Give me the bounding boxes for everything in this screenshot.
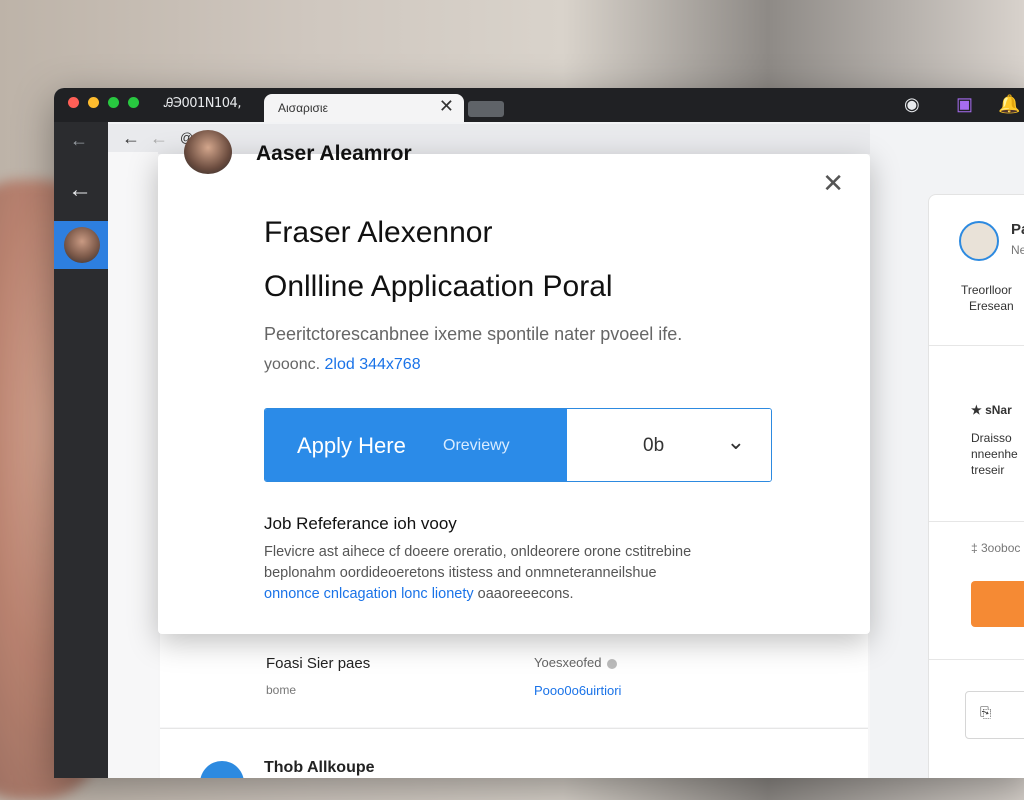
apply-control: Apply Here Oreviewy 0b ⌄ bbox=[264, 408, 772, 482]
right-panel-name: Pa bbox=[1011, 221, 1024, 238]
para-link1[interactable]: onnonce cnlcagation bbox=[264, 586, 397, 602]
modal-close-icon[interactable]: ✕ bbox=[822, 168, 844, 199]
nav-back-icon[interactable]: ← bbox=[122, 128, 140, 149]
card-meta: Yoesxeofed bbox=[534, 655, 618, 670]
para-line1: Flevicre ast aihece cf doeere oreratio, … bbox=[264, 544, 692, 560]
tab-close-icon[interactable]: ✕ bbox=[439, 96, 454, 117]
right-panel-line1: Treorlloor bbox=[961, 283, 1012, 297]
bottom-card-title: Thob Allkoupe bbox=[264, 759, 375, 776]
minimize-window-icon[interactable] bbox=[88, 97, 99, 108]
bell-icon[interactable]: 🔔 bbox=[998, 94, 1020, 115]
right-panel-text1: Draisso bbox=[971, 431, 1012, 445]
copy-icon: ⎘ bbox=[980, 704, 992, 720]
left-sidebar: ← ← bbox=[54, 122, 158, 778]
back-arrow-icon[interactable]: ← bbox=[70, 130, 88, 151]
bottom-card: Thob Allkoupe bbox=[160, 728, 868, 778]
right-panel-orange-button[interactable] bbox=[971, 581, 1024, 627]
right-panel-divider2 bbox=[929, 521, 1024, 522]
right-panel-divider bbox=[929, 345, 1024, 346]
right-panel-text3: treseir bbox=[971, 463, 1005, 477]
right-panel-box-button[interactable]: ⎘ bbox=[965, 691, 1024, 739]
extra-window-icon bbox=[128, 97, 139, 108]
modal-description-line2: yooonc. 2lod 344x768 bbox=[264, 356, 421, 374]
modal-title: Fraser Alexennor bbox=[264, 216, 493, 249]
new-tab-button[interactable] bbox=[468, 101, 504, 117]
background-card: Foasi Sier paes bome Yoesxeofed Pooo0o6u… bbox=[160, 618, 868, 727]
right-panel-section: ★ sNar bbox=[971, 403, 1012, 417]
info-icon bbox=[607, 658, 618, 669]
right-panel-text2: nneenhe bbox=[971, 447, 1018, 461]
bottom-avatar bbox=[200, 761, 244, 778]
modal-subtitle: Onllline Applicaation Poral bbox=[264, 270, 613, 303]
right-panel-footer: ‡ 3ooboc bbox=[971, 541, 1021, 555]
tab-inactive[interactable]: ᎯЭ001Ν104, bbox=[164, 96, 241, 111]
desc-link[interactable]: 2lod 344x768 bbox=[325, 356, 421, 373]
apply-button-label: Apply Here bbox=[297, 433, 406, 458]
avatar bbox=[64, 227, 100, 263]
apply-button-sublabel: Oreviewy bbox=[443, 437, 510, 454]
job-reference-heading: Job Refeferance ioh vooy bbox=[264, 514, 457, 533]
job-reference-text: Flevicre ast aihece cf doeere oreratio, … bbox=[264, 542, 784, 605]
tab-active[interactable]: Aισαρισιε ✕ bbox=[264, 94, 464, 122]
card-link[interactable]: Pooo0o6uirtiori bbox=[534, 683, 621, 698]
content-left-gutter bbox=[108, 152, 158, 778]
card-label: Foasi Sier paes bbox=[266, 655, 371, 672]
dropdown-value: 0b bbox=[643, 435, 665, 456]
close-window-icon[interactable] bbox=[68, 97, 79, 108]
apply-here-button[interactable]: Apply Here Oreviewy bbox=[265, 409, 567, 481]
maximize-window-icon[interactable] bbox=[108, 97, 119, 108]
para-line3-rest: oaaoreeecons. bbox=[477, 586, 574, 602]
card-meta-text: Yoesxeofed bbox=[534, 655, 602, 670]
right-panel-subname: Ne bbox=[1011, 243, 1024, 257]
right-panel-line2: Eresean bbox=[969, 299, 1014, 313]
card-sublabel: bome bbox=[266, 683, 297, 697]
modal-header-avatar bbox=[184, 130, 232, 174]
para-line2: beplonahm oordideoeretons itistess and o… bbox=[264, 565, 657, 581]
desc-prefix: yooonc. bbox=[264, 356, 321, 373]
chevron-down-icon: ⌄ bbox=[726, 429, 745, 454]
right-panel: Pa Ne Treorlloor Eresean ★ sNar Draisso … bbox=[928, 194, 1024, 778]
title-bar: ᎯЭ001Ν104, Aισαρισιε ✕ ◉ ▣ 🔔 bbox=[54, 88, 1024, 122]
para-line3: onnonce cnlcagation lonc lionety oaaoree… bbox=[264, 584, 784, 605]
modal-header-name: Aaser Aleamror bbox=[256, 142, 412, 165]
sidebar-back-icon[interactable]: ← bbox=[68, 176, 92, 204]
extension-icon[interactable]: ▣ bbox=[956, 94, 973, 115]
nav-forward-icon[interactable]: ← bbox=[150, 128, 168, 149]
application-modal: ✕ Fraser Alexennor Onllline Applicaation… bbox=[158, 154, 870, 634]
para-link2[interactable]: lonc lionety bbox=[401, 586, 474, 602]
modal-description: Peeritctorescanbnee ixeme spontile nater… bbox=[264, 324, 683, 344]
right-panel-divider3 bbox=[929, 659, 1024, 660]
tab-active-title: Aισαρισιε bbox=[278, 101, 328, 115]
right-panel-avatar bbox=[959, 221, 999, 261]
apply-dropdown[interactable]: 0b ⌄ bbox=[567, 409, 771, 481]
camera-icon[interactable]: ◉ bbox=[904, 94, 920, 115]
